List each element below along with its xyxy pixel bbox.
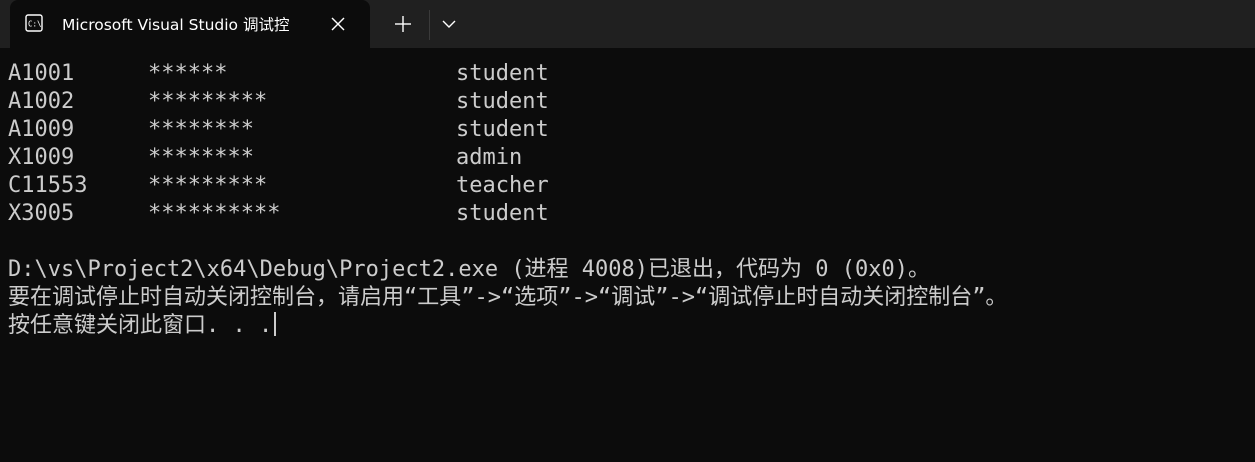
account-password: ********* <box>148 173 268 198</box>
account-password: ********* <box>148 89 268 114</box>
title-bar: C:\ Microsoft Visual Studio 调试控 <box>0 0 1255 48</box>
account-row: A1009 ******** student <box>8 116 1248 144</box>
titlebar-divider <box>429 10 430 40</box>
tab-title: Microsoft Visual Studio 调试控 <box>62 16 290 34</box>
account-role: student <box>456 61 549 86</box>
prompt-text: 按任意键关闭此窗口. . . <box>8 313 273 338</box>
account-id: C11553 <box>8 173 88 198</box>
exit-message: D:\vs\Project2\x64\Debug\Project2.exe (进… <box>8 257 930 282</box>
account-role: student <box>456 201 549 226</box>
terminal-output[interactable]: A1001 ****** student A1002 ********* student A… <box>8 60 1248 455</box>
account-role: teacher <box>456 173 549 198</box>
svg-text:C:\: C:\ <box>28 20 42 29</box>
account-row: X1009 ******** admin <box>8 144 1248 172</box>
account-id: A1009 <box>8 117 75 142</box>
account-password: ********** <box>148 201 281 226</box>
account-row: A1001 ****** student <box>8 60 1248 88</box>
tab-debug-console[interactable]: C:\ Microsoft Visual Studio 调试控 <box>10 0 370 48</box>
account-role: student <box>456 89 549 114</box>
prompt-line: 按任意键关闭此窗口. . . <box>8 312 1248 340</box>
account-row: X3005 ********** student <box>8 200 1248 228</box>
account-password: ****** <box>148 61 228 86</box>
account-password: ******** <box>148 145 254 170</box>
account-role: student <box>456 117 549 142</box>
account-row: A1002 ********* student <box>8 88 1248 116</box>
chevron-down-icon[interactable] <box>440 15 458 33</box>
account-row: C11553 ********* teacher <box>8 172 1248 200</box>
account-id: X1009 <box>8 145 75 170</box>
account-list: A1001 ****** student A1002 ********* student A… <box>8 60 1248 228</box>
plus-icon[interactable] <box>392 13 414 35</box>
account-id: A1001 <box>8 61 75 86</box>
console-icon: C:\ <box>25 14 43 32</box>
terminal-window: C:\ Microsoft Visual Studio 调试控 A1001 ***… <box>0 0 1255 462</box>
account-password: ******** <box>148 117 254 142</box>
account-id: A1002 <box>8 89 75 114</box>
text-cursor <box>274 312 277 336</box>
account-role: admin <box>456 145 523 170</box>
hint-message: 要在调试停止时自动关闭控制台，请启用“工具”->“选项”->“调试”->“调试停… <box>8 285 1008 310</box>
close-icon[interactable] <box>328 14 348 34</box>
account-id: X3005 <box>8 201 75 226</box>
